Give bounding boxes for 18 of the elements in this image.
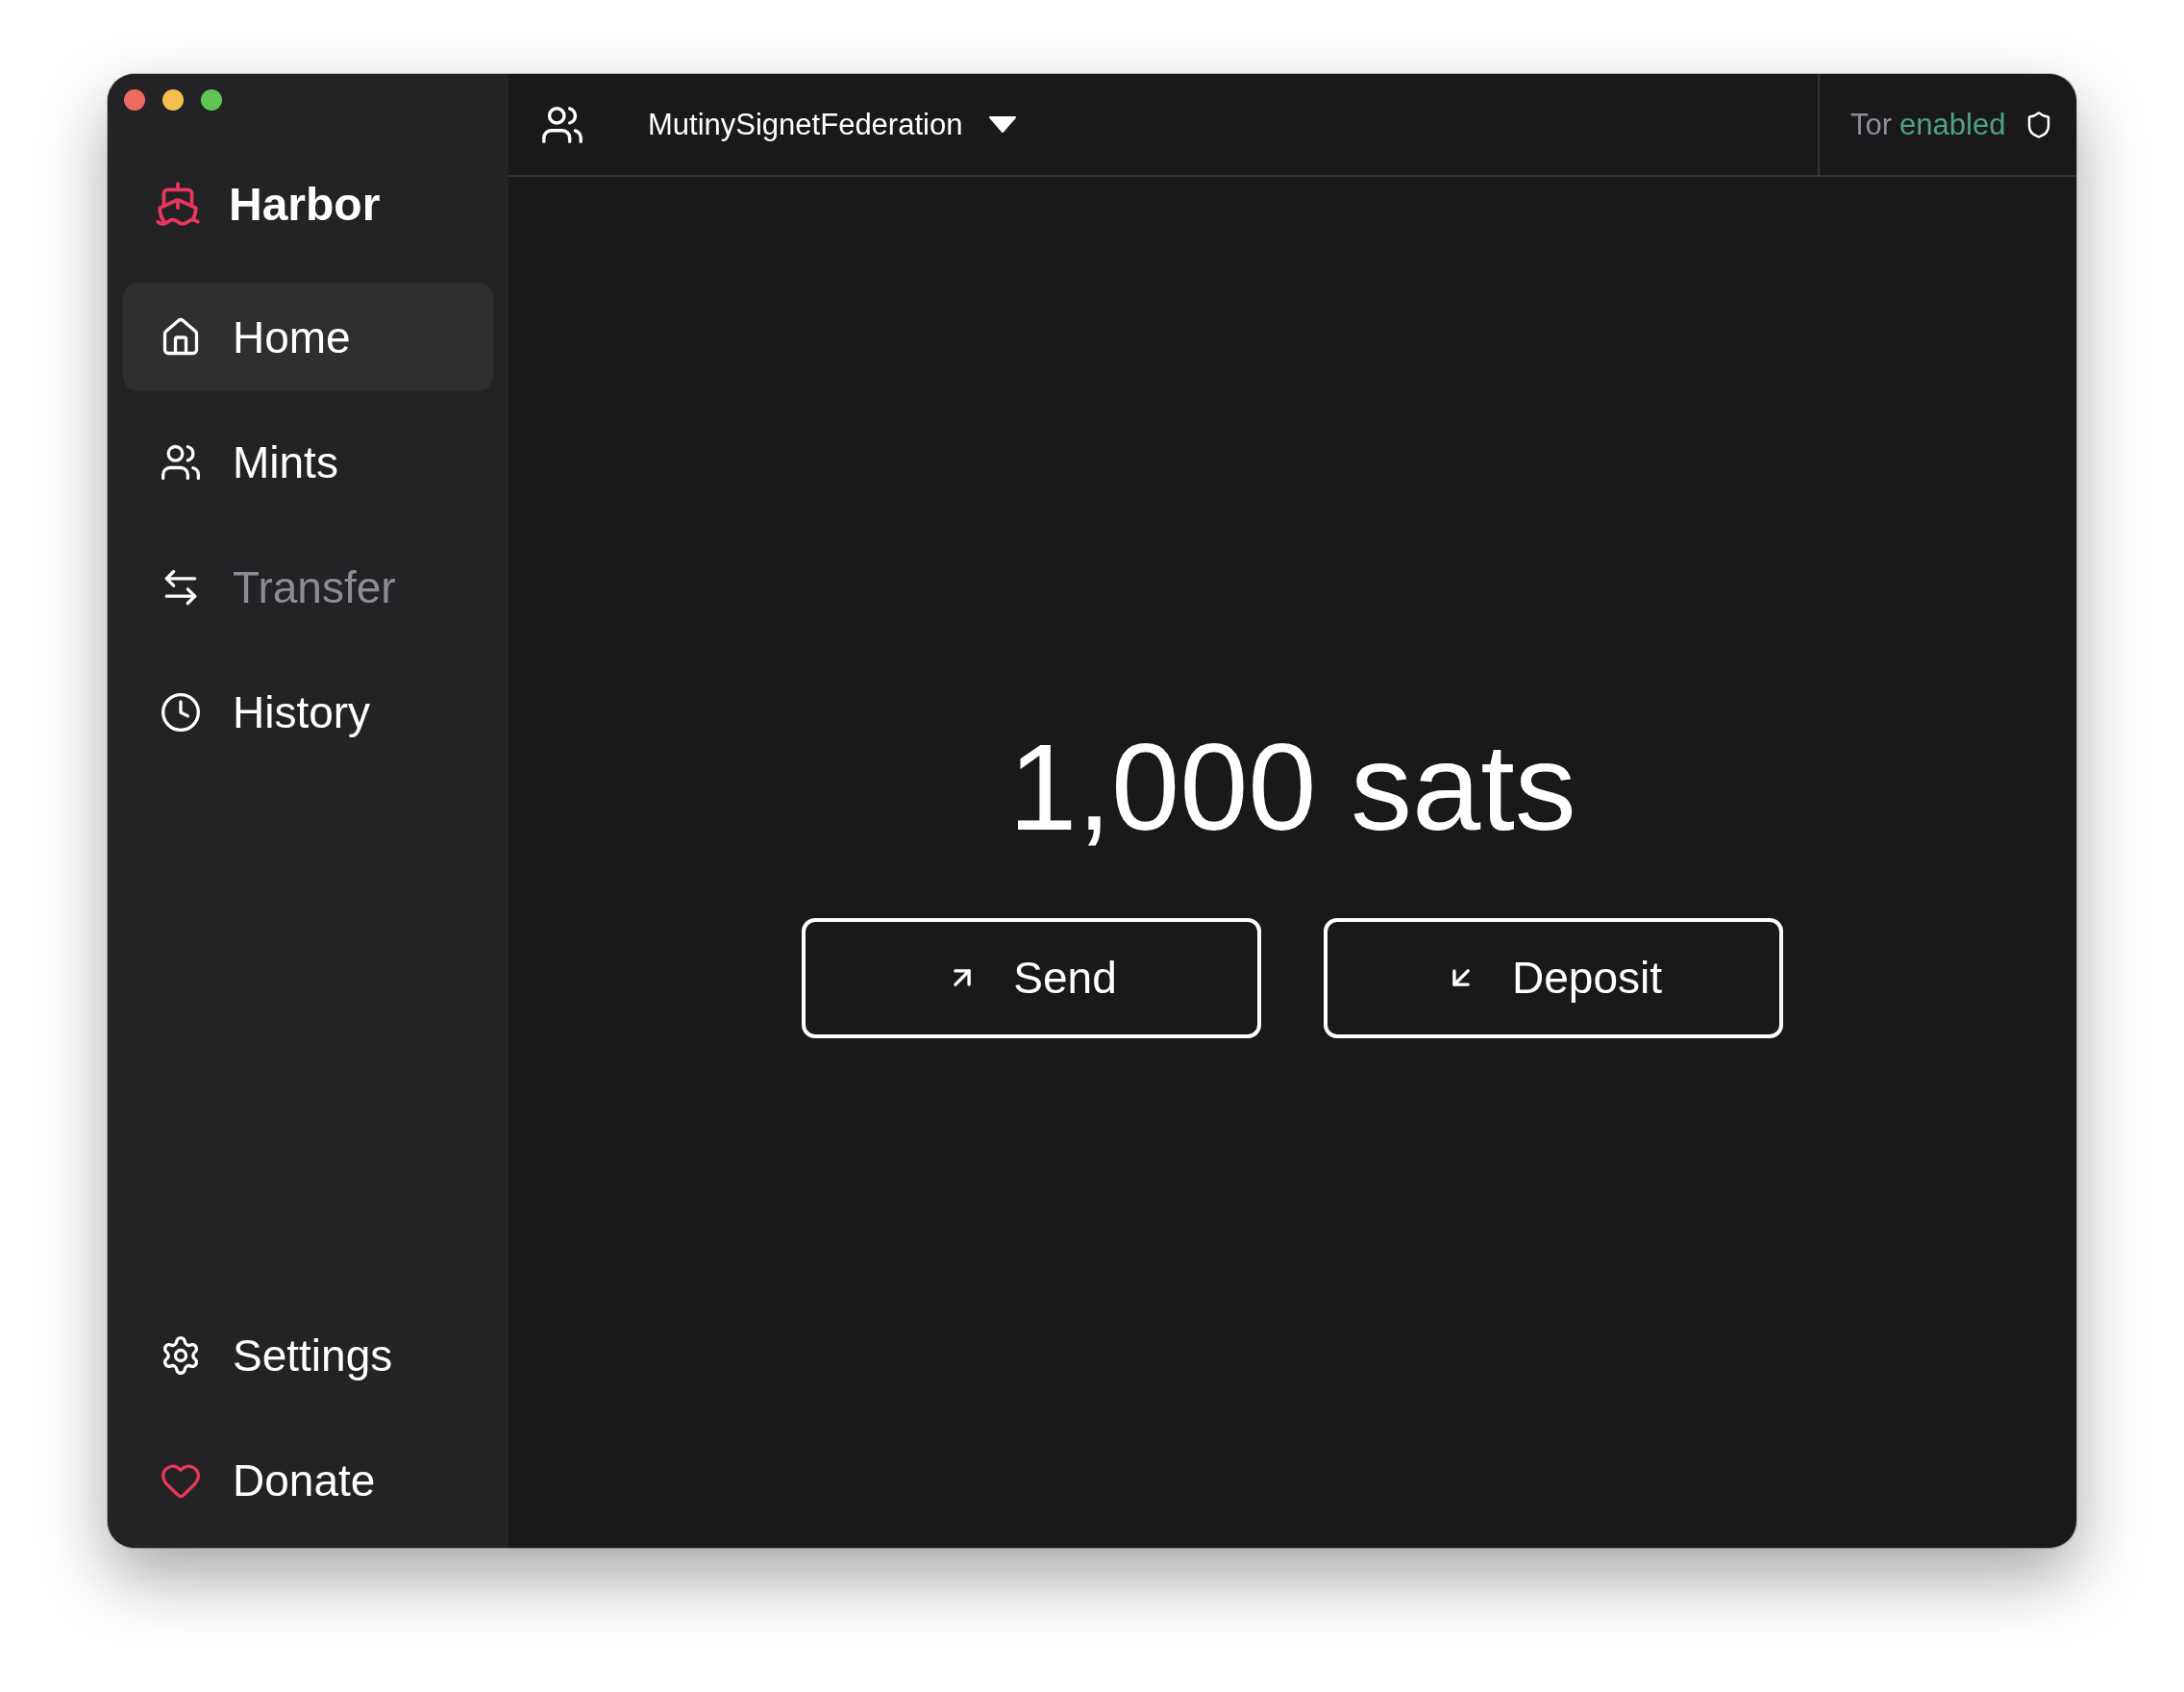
clock-icon xyxy=(160,690,202,734)
sidebar-item[interactable]: Home xyxy=(123,283,493,391)
tor-label: Tor xyxy=(1850,107,1893,142)
zoom-window-icon[interactable] xyxy=(201,89,222,111)
minimize-window-icon[interactable] xyxy=(162,89,184,111)
close-window-icon[interactable] xyxy=(124,89,145,111)
ship-icon xyxy=(154,180,202,228)
balance-amount: 1,000 sats xyxy=(1008,725,1576,849)
sidebar-item[interactable]: Donate xyxy=(123,1426,493,1534)
sidebar-item[interactable]: Mints xyxy=(123,408,493,516)
dropdown-icon[interactable] xyxy=(989,115,1017,134)
federation-name[interactable]: MutinySignetFederation xyxy=(648,107,963,142)
sidebar-item[interactable]: Settings xyxy=(123,1301,493,1409)
tor-status: enabled xyxy=(1899,107,2006,142)
action-button[interactable]: Deposit xyxy=(1324,917,1783,1038)
sidebar-item[interactable]: History xyxy=(123,658,493,766)
action-button[interactable]: Send xyxy=(802,917,1261,1038)
app-name: Harbor xyxy=(229,177,381,231)
